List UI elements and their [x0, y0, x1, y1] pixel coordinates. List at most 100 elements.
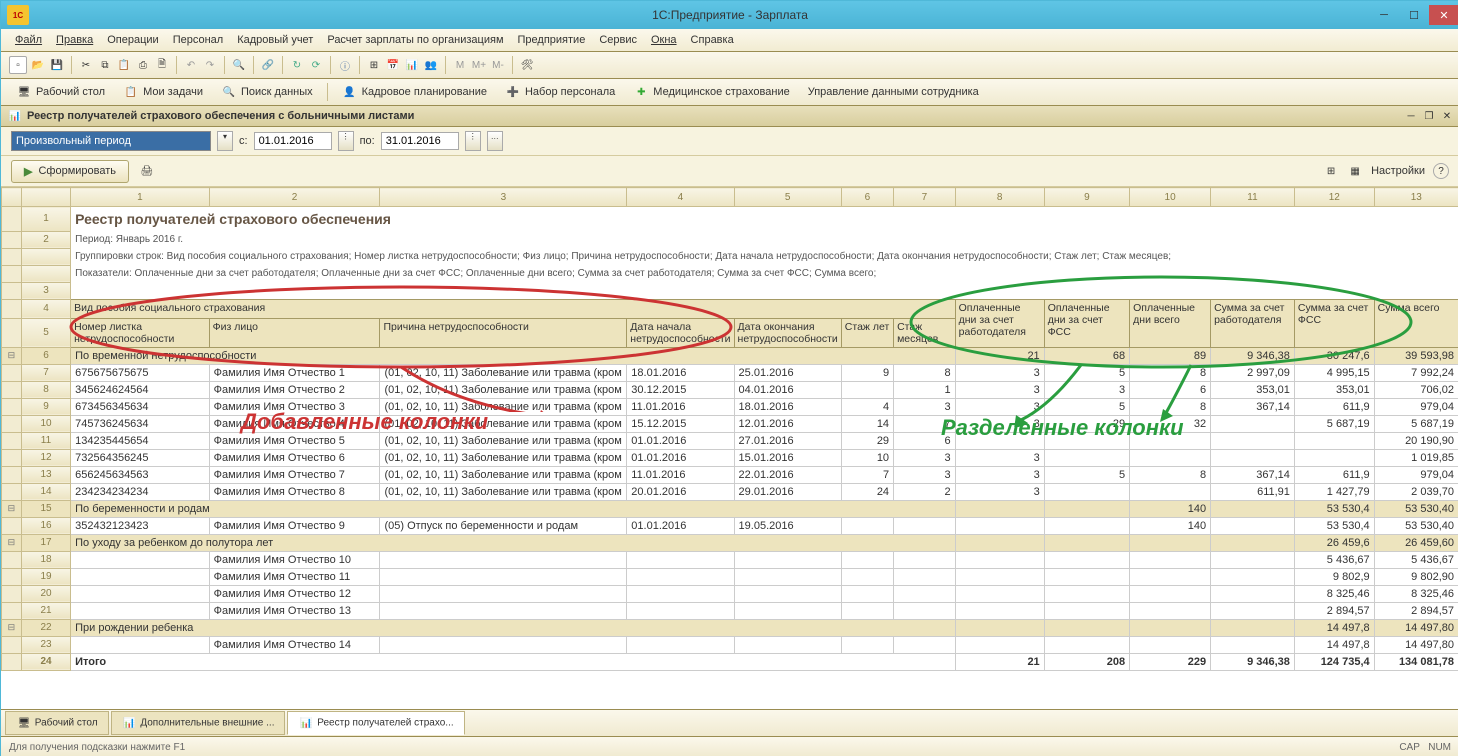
refresh2-icon[interactable]: ⟳ [308, 57, 324, 73]
tab-desktop[interactable]: 🖥 Рабочий стол [5, 711, 109, 735]
hire-icon: ➕ [505, 84, 521, 100]
nav-bar: 🖥Рабочий стол 📋Мои задачи 🔍Поиск данных … [1, 79, 1458, 106]
export-icon[interactable]: 🖨 [139, 163, 155, 179]
task-icon: 📋 [123, 84, 139, 100]
menu-enterprise[interactable]: Предприятие [512, 32, 592, 48]
period-dropdown[interactable]: ▾ [217, 131, 233, 151]
new-icon[interactable]: ▫ [9, 56, 27, 74]
refresh-icon[interactable]: ↻ [289, 57, 305, 73]
nav-medical[interactable]: ✚Медицинское страхование [626, 81, 796, 103]
main-menu: Файл Правка Операции Персонал Кадровый у… [1, 29, 1458, 52]
menu-edit[interactable]: Правка [50, 32, 99, 48]
menu-service[interactable]: Сервис [593, 32, 643, 48]
doc-header: 📊 Реестр получателей страхового обеспече… [1, 106, 1458, 127]
collapse-icon[interactable]: ⊟ [2, 619, 22, 636]
toolbar: ▫ 📂 💾 ✂ ⧉ 📋 ⎙ 🗎 ↶ ↷ 🔍 🔗 ↻ ⟳ ⓘ ⊞ 📅 📊 👥 M … [1, 52, 1458, 79]
chart-icon[interactable]: 📊 [404, 57, 420, 73]
planning-icon: 👤 [342, 84, 358, 100]
redo-icon[interactable]: ↷ [202, 57, 218, 73]
table-row[interactable]: 8345624624564Фамилия Имя Отчество 2(01, … [2, 381, 1458, 398]
users-icon[interactable]: 👥 [423, 57, 439, 73]
from-label: с: [239, 135, 248, 147]
help-icon[interactable]: ? [1433, 163, 1449, 179]
table-row[interactable]: 13656245634563Фамилия Имя Отчество 7(01,… [2, 466, 1458, 483]
doc-min-icon[interactable]: ─ [1403, 108, 1419, 124]
doc-title: Реестр получателей страхового обеспечени… [27, 110, 414, 122]
nav-planning[interactable]: 👤Кадровое планирование [335, 81, 494, 103]
table-row[interactable]: 14234234234234Фамилия Имя Отчество 8(01,… [2, 483, 1458, 500]
tools-icon[interactable]: 🛠 [519, 57, 535, 73]
menu-ops[interactable]: Операции [101, 32, 164, 48]
nav-desktop[interactable]: 🖥Рабочий стол [9, 81, 112, 103]
action-bar: ▶Сформировать 🖨 ⊞ ▦ Настройки ? [1, 156, 1458, 187]
find-icon[interactable]: 🔍 [231, 57, 247, 73]
collapse-icon[interactable]: ⊟ [2, 500, 22, 517]
preview-icon[interactable]: 🗎 [154, 57, 170, 73]
nav-tasks[interactable]: 📋Мои задачи [116, 81, 210, 103]
doc-close-icon[interactable]: ✕ [1439, 108, 1455, 124]
mminus-icon[interactable]: M- [490, 57, 506, 73]
date-preset[interactable]: … [487, 131, 503, 151]
table-row[interactable]: 20Фамилия Имя Отчество 128 325,468 325,4… [2, 585, 1458, 602]
copy-icon[interactable]: ⧉ [97, 57, 113, 73]
status-cap: CAP [1399, 742, 1420, 753]
collapse-icon[interactable]: ⊟ [2, 347, 22, 364]
group-row[interactable]: ⊟17По уходу за ребенком до полутора лет2… [2, 534, 1458, 551]
table-row[interactable]: 23Фамилия Имя Отчество 1414 497,814 497,… [2, 636, 1458, 653]
group-row[interactable]: ⊟22При рождении ребенка14 497,814 497,80 [2, 619, 1458, 636]
paste-icon[interactable]: 📋 [116, 57, 132, 73]
undo-icon[interactable]: ↶ [183, 57, 199, 73]
table-row[interactable]: 19Фамилия Имя Отчество 119 802,99 802,90 [2, 568, 1458, 585]
date-from-picker[interactable]: ⋮ [338, 131, 354, 151]
cut-icon[interactable]: ✂ [78, 57, 94, 73]
nav-hire[interactable]: ➕Набор персонала [498, 81, 622, 103]
grid-icon[interactable]: ▦ [1347, 163, 1363, 179]
menu-windows[interactable]: Окна [645, 32, 683, 48]
table-row[interactable]: 11134235445654Фамилия Имя Отчество 5(01,… [2, 432, 1458, 449]
info-icon[interactable]: ⓘ [337, 57, 353, 73]
table-row[interactable]: 9673456345634Фамилия Имя Отчество 3(01, … [2, 398, 1458, 415]
group-row[interactable]: ⊟6По временной нетрудоспособности2168899… [2, 347, 1458, 364]
menu-personnel[interactable]: Персонал [167, 32, 230, 48]
table-row[interactable]: 10745736245634Фамилия Имя Отчество 4(01,… [2, 415, 1458, 432]
save-icon[interactable]: 💾 [49, 57, 65, 73]
nav-employee[interactable]: Управление данными сотрудника [801, 83, 986, 101]
form-button[interactable]: ▶Сформировать [11, 160, 129, 183]
status-num: NUM [1428, 742, 1451, 753]
table-row[interactable]: 16352432123423Фамилия Имя Отчество 9(05)… [2, 517, 1458, 534]
calendar-icon[interactable]: 📅 [385, 57, 401, 73]
table-row[interactable]: 12732564356245Фамилия Имя Отчество 6(01,… [2, 449, 1458, 466]
report-sheet[interactable]: 123456789101112131Реестр получателей стр… [1, 187, 1458, 709]
table-row[interactable]: 7675675675675Фамилия Имя Отчество 1(01, … [2, 364, 1458, 381]
menu-salary[interactable]: Расчет зарплаты по организациям [321, 32, 509, 48]
app-title: 1С:Предприятие - Зарплата [1, 8, 1458, 22]
date-to-picker[interactable]: ⋮ [465, 131, 481, 151]
table-row[interactable]: 18Фамилия Имя Отчество 105 436,675 436,6… [2, 551, 1458, 568]
play-icon: ▶ [24, 165, 32, 178]
to-label: по: [360, 135, 375, 147]
table-row[interactable]: 21Фамилия Имя Отчество 132 894,572 894,5… [2, 602, 1458, 619]
date-to-input[interactable] [381, 132, 459, 150]
tab-ext[interactable]: 📊 Дополнительные внешние ... [111, 711, 286, 735]
date-from-input[interactable] [254, 132, 332, 150]
period-select[interactable] [11, 131, 211, 151]
open-icon[interactable]: 📂 [30, 57, 46, 73]
doc-max-icon[interactable]: ❐ [1421, 108, 1437, 124]
title-bar: 1C 1С:Предприятие - Зарплата ─ ☐ ✕ [1, 1, 1458, 29]
nav-search[interactable]: 🔍Поиск данных [214, 81, 320, 103]
menu-hr[interactable]: Кадровый учет [231, 32, 319, 48]
tab-registry[interactable]: 📊 Реестр получателей страхо... [287, 711, 464, 735]
print-icon[interactable]: ⎙ [135, 57, 151, 73]
status-hint: Для получения подсказки нажмите F1 [9, 742, 185, 753]
link-icon[interactable]: 🔗 [260, 57, 276, 73]
menu-help[interactable]: Справка [685, 32, 740, 48]
mplus-icon[interactable]: M+ [471, 57, 487, 73]
settings-link[interactable]: Настройки [1371, 165, 1425, 177]
table-icon[interactable]: ⊞ [1323, 163, 1339, 179]
m-icon[interactable]: M [452, 57, 468, 73]
report-icon: 📊 [7, 108, 23, 124]
group-row[interactable]: ⊟15По беременности и родам14053 530,453 … [2, 500, 1458, 517]
menu-file[interactable]: Файл [9, 32, 48, 48]
collapse-icon[interactable]: ⊟ [2, 534, 22, 551]
calc-icon[interactable]: ⊞ [366, 57, 382, 73]
